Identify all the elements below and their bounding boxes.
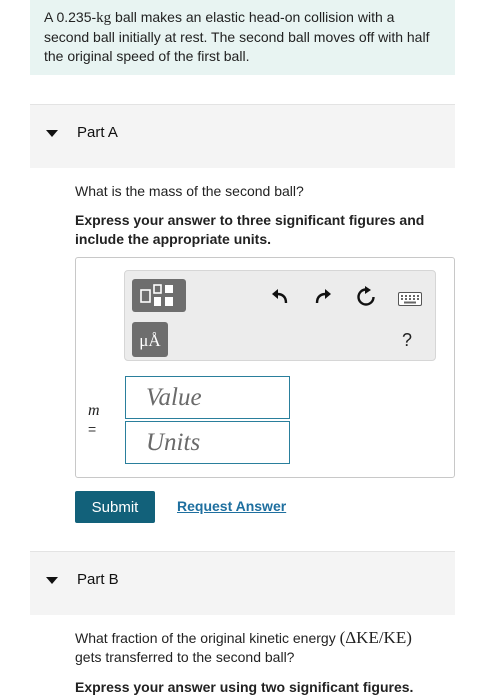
units-field[interactable] [125,421,290,464]
problem-text-start: A 0.235- [44,9,97,25]
value-field[interactable] [125,376,290,419]
help-button[interactable]: ? [402,330,412,351]
undo-icon[interactable] [270,287,290,307]
part-b-instruction: Express your answer using two significan… [75,679,414,695]
reset-icon[interactable] [355,286,377,308]
part-b-question-text: What fraction of the original kinetic en… [75,630,340,646]
units-symbol-button[interactable]: μÅ [132,322,168,357]
templates-icon [140,284,173,306]
part-a-header[interactable]: Part A [30,104,455,168]
keyboard-icon[interactable] [398,292,422,306]
value-input[interactable] [126,377,289,418]
variable-label: m [88,402,100,419]
part-b-label: Part B [77,571,119,588]
submit-button[interactable]: Submit [75,491,155,523]
problem-statement: A 0.235-kg ball makes an elastic head-on… [30,0,455,75]
part-a-instruction: Express your answer to three significant… [75,212,425,247]
part-a-question: What is the mass of the second ball? [75,183,304,199]
part-b-question: What fraction of the original kinetic en… [75,628,455,667]
redo-icon[interactable] [313,287,333,307]
units-input[interactable] [126,422,289,463]
collapse-triangle-icon[interactable] [46,577,58,584]
kinetic-energy-ratio: (ΔKE/KE) [339,628,412,647]
request-answer-link[interactable]: Request Answer [177,498,286,514]
collapse-triangle-icon[interactable] [46,130,58,137]
equals-sign: = [88,421,97,437]
part-b-question-text-2: gets transferred to the second ball? [75,649,295,665]
part-a-label: Part A [77,124,118,141]
templates-button[interactable] [132,279,186,312]
problem-unit: kg [96,10,112,26]
part-b-header[interactable]: Part B [30,551,455,615]
